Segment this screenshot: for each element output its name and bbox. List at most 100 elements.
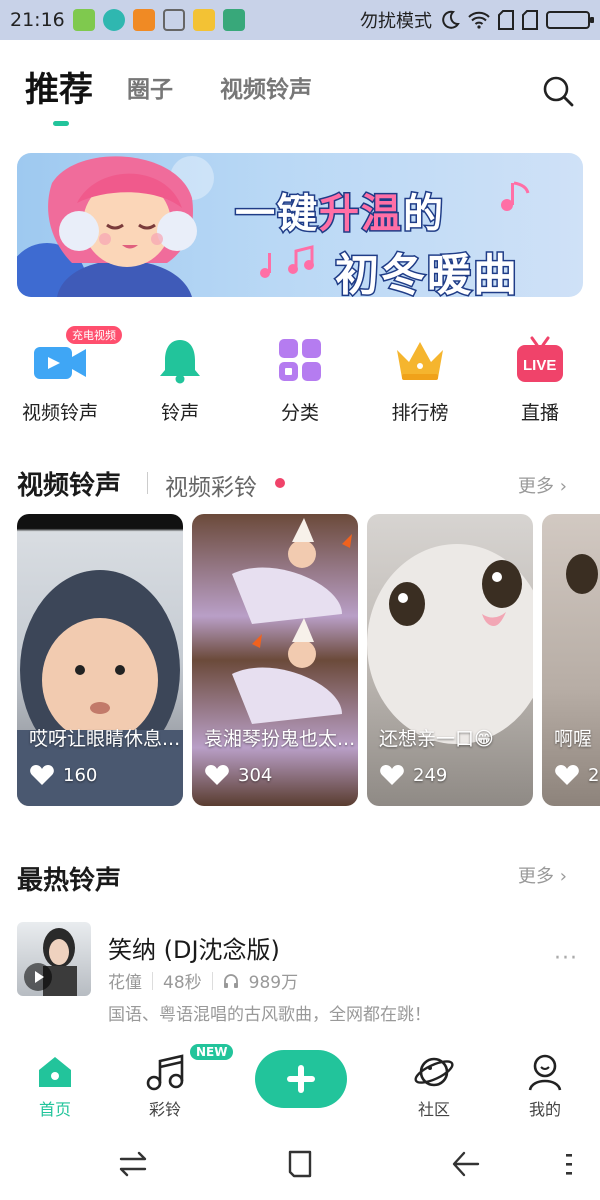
video-section-more[interactable]: 更多 › xyxy=(518,472,567,498)
tab-circle[interactable]: 圈子 xyxy=(127,62,173,118)
video-thumbnail xyxy=(232,518,352,724)
menu-icon[interactable] xyxy=(552,1146,588,1182)
hot-section-more[interactable]: 更多 › xyxy=(518,862,567,888)
meta-separator xyxy=(211,971,213,990)
nav-label: 首页 xyxy=(38,1100,71,1119)
back-icon[interactable] xyxy=(448,1146,484,1182)
more-options-icon[interactable]: ··· xyxy=(554,946,578,971)
status-time: 21:16 xyxy=(10,9,65,31)
nav-community[interactable]: 社区 xyxy=(394,1052,474,1120)
nav-profile[interactable]: 我的 xyxy=(505,1052,585,1120)
create-button[interactable] xyxy=(255,1050,347,1108)
planet-icon xyxy=(412,1052,456,1092)
quick-nav-label: 排行榜 xyxy=(391,402,449,424)
video-card-row: 哎呀让眼睛休息... 160 袁湘琴扮鬼也太... 304 还想亲一口😁 249… xyxy=(17,514,600,808)
song-thumbnail[interactable] xyxy=(17,922,91,996)
folder-icon xyxy=(192,9,215,31)
girl-illustration xyxy=(17,156,214,297)
app-icon xyxy=(102,9,125,31)
tab-recommend[interactable]: 推荐 xyxy=(25,62,93,118)
song-description: 国语、粤语混唱的古风歌曲，全网都在跳！ xyxy=(108,1005,431,1025)
video-card[interactable]: 袁湘琴扮鬼也太... 304 xyxy=(192,514,358,806)
clean-icon xyxy=(162,9,185,31)
video-card-likes: 249 xyxy=(379,764,447,786)
video-card[interactable]: 还想亲一口😁 249 xyxy=(367,514,533,806)
bell-icon xyxy=(150,330,210,390)
notification-icon xyxy=(72,9,95,31)
wifi-icon xyxy=(468,11,490,29)
live-icon-text: LIVE xyxy=(523,357,557,374)
play-icon[interactable] xyxy=(23,962,53,992)
quick-nav-ranking[interactable]: 排行榜 xyxy=(360,330,480,425)
video-thumbnail xyxy=(367,544,533,744)
video-card-title: 啊喔 xyxy=(554,728,593,750)
heart-icon xyxy=(380,765,404,785)
quick-nav-label: 视频铃声 xyxy=(21,402,98,424)
system-nav-bar xyxy=(0,1128,600,1200)
video-card-likes: 304 xyxy=(204,764,272,786)
new-dot xyxy=(275,478,285,488)
nav-label: 社区 xyxy=(417,1100,450,1119)
status-bar: 21:16 勿扰模式 xyxy=(0,0,600,40)
switch-apps-icon[interactable] xyxy=(115,1146,151,1182)
heart-icon xyxy=(30,765,54,785)
video-card[interactable]: 哎呀让眼睛休息... 160 xyxy=(17,514,183,806)
tab-indicator xyxy=(53,121,69,126)
song-artist: 花僮 xyxy=(108,973,142,993)
meta-separator xyxy=(152,971,153,990)
nav-home[interactable]: 首页 xyxy=(15,1052,95,1120)
hot-section-title: 最热铃声 xyxy=(17,866,122,896)
video-card[interactable]: 啊喔 2 xyxy=(542,514,600,806)
category-icon xyxy=(270,330,330,390)
song-title[interactable]: 笑纳 (DJ沈念版) xyxy=(108,930,280,965)
video-card-likes: 2 xyxy=(554,764,599,786)
tab-video-ringtone[interactable]: 视频铃声 xyxy=(220,62,312,118)
new-badge: NEW xyxy=(190,1044,234,1060)
nav-color-ringtone[interactable]: 彩铃 xyxy=(125,1052,205,1120)
quick-nav-label: 分类 xyxy=(280,402,319,424)
promo-banner[interactable]: 一键升温的 初冬暖曲 xyxy=(17,153,583,297)
quick-nav-label: 直播 xyxy=(520,402,559,424)
video-icon: 充电视频 xyxy=(30,326,122,390)
video-card-title: 哎呀让眼睛休息... xyxy=(29,728,181,750)
nav-label: 彩铃 xyxy=(148,1100,181,1119)
profile-icon xyxy=(523,1052,567,1092)
plus-icon xyxy=(287,1065,315,1093)
moon-icon xyxy=(442,10,460,29)
song-duration: 48秒 xyxy=(163,973,202,993)
quick-nav: 充电视频 视频铃声 铃声 分类 排行榜 LIVE 直播 xyxy=(0,326,600,430)
status-icons xyxy=(72,9,245,31)
home-icon xyxy=(33,1052,77,1092)
usb-icon xyxy=(222,9,245,31)
video-card-title: 袁湘琴扮鬼也太... xyxy=(204,728,356,750)
video-section-subtitle[interactable]: 视频彩铃 xyxy=(165,468,257,502)
quick-nav-live[interactable]: LIVE 直播 xyxy=(480,330,600,425)
banner-title-line2: 初冬暖曲 xyxy=(334,249,519,298)
quick-nav-ringtone[interactable]: 铃声 xyxy=(120,330,240,425)
quick-nav-category[interactable]: 分类 xyxy=(240,330,360,425)
song-meta: 花僮 48秒 989万 xyxy=(108,968,298,993)
song-plays: 989万 xyxy=(248,973,299,993)
headphones-icon xyxy=(223,973,238,988)
live-tv-icon: LIVE xyxy=(510,330,570,390)
video-card-title: 还想亲一口😁 xyxy=(379,728,494,750)
video-section-title[interactable]: 视频铃声 xyxy=(17,465,121,502)
video-ringtone-badge: 充电视频 xyxy=(66,326,122,344)
quick-nav-video-ringtone[interactable]: 充电视频 视频铃声 xyxy=(0,326,122,425)
battery-icon xyxy=(546,11,594,29)
video-thumbnail xyxy=(566,554,598,594)
music-notes-decoration xyxy=(260,245,314,278)
nav-label: 我的 xyxy=(528,1100,561,1119)
section-divider xyxy=(147,472,148,494)
home-square-icon[interactable] xyxy=(282,1146,318,1182)
heart-icon xyxy=(205,765,229,785)
banner-title-line1: 一键升温的 xyxy=(234,190,445,239)
top-tabs: 推荐 圈子 视频铃声 xyxy=(0,62,600,122)
warning-icon xyxy=(132,9,155,31)
dnd-label: 勿扰模式 xyxy=(360,11,432,32)
music-note-icon xyxy=(143,1052,187,1092)
heart-icon xyxy=(555,765,579,785)
crown-icon xyxy=(390,330,450,390)
sim1-icon xyxy=(498,10,514,30)
search-icon[interactable] xyxy=(540,73,576,109)
